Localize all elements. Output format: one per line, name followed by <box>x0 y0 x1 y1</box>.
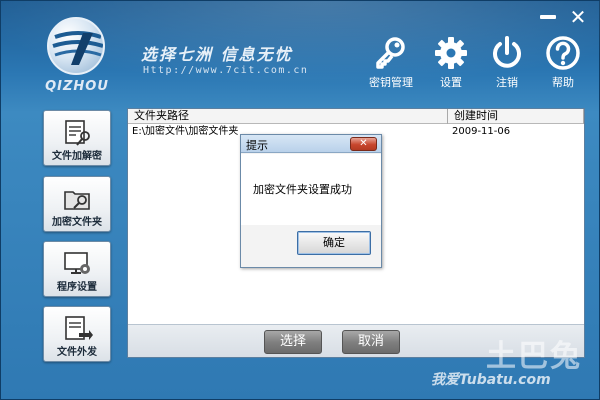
folder-key-icon <box>64 191 90 210</box>
file-send-icon <box>65 316 93 340</box>
logo-text: QIZHOU <box>45 79 109 94</box>
table-header: 文件夹路径 创建时间 <box>128 109 584 124</box>
watermark-site-text: 我爱Tubatu.com <box>431 372 551 388</box>
app-window: ✕ QIZHOU 选择七洲 信息无忧 Http://www.7cit.com.c… <box>0 0 600 400</box>
logout-label: 注销 <box>496 76 518 89</box>
select-button[interactable]: 选择 <box>264 330 322 354</box>
sidebar-item-file-send[interactable]: 文件外发 <box>43 306 111 362</box>
info-dialog: 提示 ✕ 加密文件夹设置成功 确定 <box>240 134 382 268</box>
column-header-created-time[interactable]: 创建时间 <box>448 109 584 124</box>
close-window-button[interactable]: ✕ <box>567 7 589 27</box>
logo: QIZHOU <box>37 15 117 97</box>
sidebar-item-label: 程序设置 <box>57 282 97 293</box>
dialog-titlebar[interactable]: 提示 ✕ <box>241 135 381 153</box>
settings-button[interactable]: 设置 <box>423 35 479 95</box>
site-url: Http://www.7cit.com.cn <box>143 65 309 76</box>
help-icon <box>546 36 580 70</box>
sidebar-item-encrypt-folder[interactable]: 加密文件夹 <box>43 176 111 232</box>
logo-globe-icon <box>47 17 105 75</box>
monitor-gear-icon <box>64 252 90 274</box>
key-icon <box>376 37 405 69</box>
sidebar-item-label: 文件加解密 <box>52 151 102 162</box>
sidebar-item-program-settings[interactable]: 程序设置 <box>43 241 111 297</box>
column-header-path[interactable]: 文件夹路径 <box>128 109 448 124</box>
minimize-icon <box>540 15 556 19</box>
settings-label: 设置 <box>440 76 462 89</box>
help-button[interactable]: 帮助 <box>535 35 591 95</box>
gear-icon <box>435 37 467 69</box>
key-management-label: 密钥管理 <box>369 76 413 89</box>
minimize-button[interactable] <box>538 7 558 25</box>
cell-created-time: 2009-11-06 <box>452 126 511 137</box>
dialog-ok-button[interactable]: 确定 <box>297 231 371 255</box>
sidebar-item-label: 加密文件夹 <box>52 217 102 228</box>
cancel-button[interactable]: 取消 <box>342 330 400 354</box>
help-label: 帮助 <box>552 76 574 89</box>
key-management-button[interactable]: 密钥管理 <box>363 35 419 95</box>
sidebar-item-file-encrypt[interactable]: 文件加解密 <box>43 110 111 166</box>
logout-button[interactable]: 注销 <box>479 35 535 95</box>
power-icon <box>493 36 521 68</box>
dialog-title: 提示 <box>246 139 268 152</box>
slogan: 选择七洲 信息无忧 <box>141 45 293 64</box>
dialog-body: 加密文件夹设置成功 <box>241 154 381 225</box>
dialog-message: 加密文件夹设置成功 <box>253 183 352 196</box>
file-key-icon <box>65 120 90 146</box>
dialog-close-button[interactable]: ✕ <box>350 137 377 151</box>
sidebar-item-label: 文件外发 <box>57 347 97 358</box>
